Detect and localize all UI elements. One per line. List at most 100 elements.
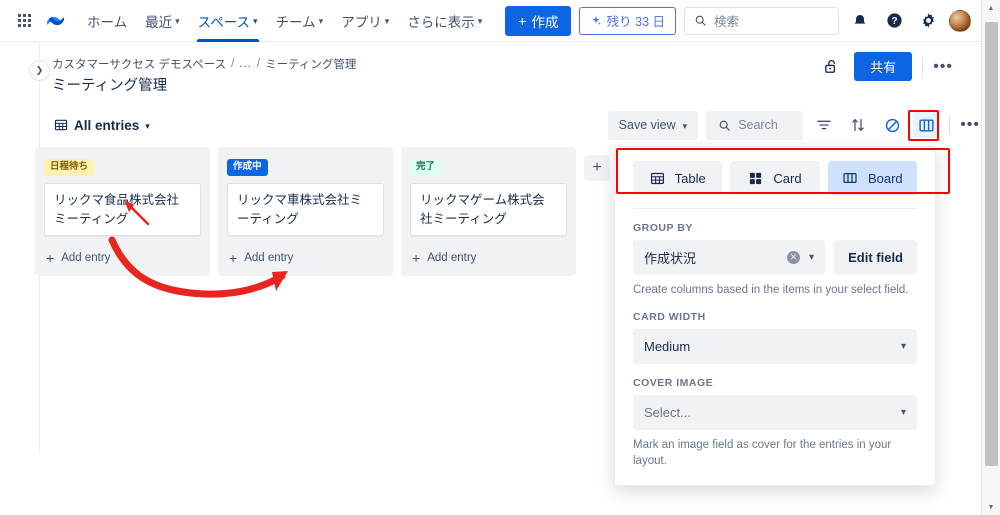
save-view-label: Save view (618, 118, 676, 132)
filter-icon[interactable] (811, 112, 837, 138)
create-button-label: 作成 (531, 14, 559, 30)
board-column-in-progress: 作成中 リックマ車株式会社ミーティング + Add entry (218, 147, 393, 277)
add-entry-label: Add entry (427, 252, 477, 265)
notification-bell-icon[interactable] (847, 8, 873, 34)
database-search-input[interactable]: Search (706, 110, 804, 140)
chevron-down-icon: ▾ (145, 120, 150, 131)
primary-nav-links: ホーム 最近 ▾ スペース ▾ チーム ▾ アプリ ▾ さらに表示 ▾ (78, 6, 491, 42)
board-card[interactable]: リックマゲーム株式会社ミーティング (410, 182, 567, 237)
help-icon[interactable]: ? (881, 8, 907, 34)
plus-icon: + (229, 250, 238, 267)
status-badge: 日程待ち (44, 159, 95, 176)
breadcrumb-space-link[interactable]: カスタマーサクセス デモスペース (52, 56, 226, 72)
clear-icon[interactable]: ✕ (787, 251, 801, 264)
chevron-down-icon: ▾ (682, 120, 688, 131)
chevron-down-icon: ▾ (809, 252, 815, 263)
group-by-select[interactable]: 作成状況 ✕ ▾ (633, 240, 826, 275)
settings-gear-icon[interactable] (915, 8, 941, 34)
vertical-scrollbar[interactable]: ▲ ▼ (981, 0, 1000, 515)
nav-item-label: さらに表示 (407, 14, 475, 30)
chevron-down-icon: ▾ (384, 16, 390, 26)
add-entry-button[interactable]: + Add entry (410, 247, 567, 269)
card-width-select[interactable]: Medium ▾ (633, 329, 917, 365)
chevron-down-icon: ▾ (900, 407, 906, 419)
group-by-value: 作成状況 (644, 251, 697, 266)
board-layout-icon[interactable] (913, 112, 940, 138)
board-card[interactable]: リックマ食品株式会社ミーティング (44, 182, 201, 237)
view-mode-card[interactable]: Card (730, 161, 820, 195)
save-view-button[interactable]: Save view ▾ (607, 110, 699, 140)
group-by-hint: Create columns based in the items in you… (633, 284, 909, 296)
sort-icon[interactable] (845, 112, 871, 138)
status-badge: 完了 (410, 159, 442, 176)
nav-item-label: 最近 (145, 14, 173, 30)
edit-field-button[interactable]: Edit field (834, 240, 917, 275)
eye-off-icon[interactable] (879, 112, 905, 138)
view-mode-label: Card (773, 170, 802, 186)
status-badge: 作成中 (227, 159, 268, 176)
nav-item-recent[interactable]: 最近 ▾ (136, 6, 189, 36)
expand-sidebar-button[interactable]: ❯ (29, 60, 50, 81)
plus-icon: + (46, 250, 55, 267)
nav-item-label: アプリ (341, 14, 382, 30)
scrollbar-thumb[interactable] (985, 22, 998, 466)
unlock-icon[interactable] (818, 54, 844, 80)
page-header-actions: 共有 ••• (818, 52, 953, 81)
view-selector[interactable]: All entries ▾ (48, 114, 156, 137)
view-mode-table[interactable]: Table (633, 161, 723, 195)
scroll-up-arrow-icon[interactable]: ▲ (982, 0, 1000, 16)
trial-days-badge[interactable]: 残り 33 日 (578, 6, 676, 35)
board-layout-settings-panel: Table Card Board GROUP BY 作成状況 ✕ ▾ Edit … (614, 146, 936, 487)
toolbar-more-actions-button[interactable]: ••• (960, 117, 980, 133)
card-grid-icon (750, 172, 762, 184)
create-button[interactable]: + 作成 (505, 5, 572, 36)
share-button[interactable]: 共有 (854, 52, 913, 81)
global-nav-right-group: 残り 33 日 検索 ? (578, 6, 971, 35)
cover-image-hint: Mark an image field as cover for the ent… (633, 439, 892, 468)
panel-divider (633, 208, 917, 209)
cover-image-label: COVER IMAGE (633, 377, 714, 390)
board-card[interactable]: リックマ車株式会社ミーティング (227, 182, 384, 237)
card-width-label: CARD WIDTH (633, 311, 706, 324)
page-header: ❯ カスタマーサクセス デモスペース / ... / ミーティング管理 ミーティ… (0, 42, 981, 453)
database-toolbar: All entries ▾ Save view ▾ Search ••• (48, 110, 980, 140)
cover-image-select[interactable]: Select... ▾ (633, 395, 917, 431)
plus-icon: + (518, 12, 527, 29)
breadcrumb-separator: / (231, 58, 235, 70)
view-selector-label: All entries (74, 117, 140, 133)
view-mode-board[interactable]: Board (827, 161, 917, 195)
global-search-input[interactable]: 検索 (684, 6, 839, 35)
breadcrumb-separator: / (256, 58, 261, 70)
breadcrumb-current-link[interactable]: ミーティング管理 (265, 56, 356, 72)
add-entry-label: Add entry (61, 252, 111, 265)
add-column-button[interactable]: + (584, 155, 610, 181)
app-switcher-icon[interactable] (10, 7, 38, 35)
board-column-done: 完了 リックマゲーム株式会社ミーティング + Add entry (401, 147, 576, 277)
trial-days-label: 残り 33 日 (606, 15, 665, 29)
nav-item-teams[interactable]: チーム ▾ (267, 6, 333, 36)
group-by-row: 作成状況 ✕ ▾ Edit field (633, 240, 917, 275)
view-mode-switcher: Table Card Board (633, 161, 917, 195)
chevron-down-icon: ▾ (253, 16, 258, 26)
kanban-board: 日程待ち リックマ食品株式会社ミーティング + Add entry 作成中 リッ… (35, 147, 610, 277)
group-by-label: GROUP BY (633, 222, 693, 234)
nav-item-spaces[interactable]: スペース ▾ (189, 6, 267, 42)
user-avatar[interactable] (949, 9, 971, 32)
table-icon (650, 172, 664, 184)
database-search-placeholder: Search (738, 118, 778, 132)
nav-item-apps[interactable]: アプリ ▾ (332, 6, 398, 36)
app-window: ホーム 最近 ▾ スペース ▾ チーム ▾ アプリ ▾ さらに表示 ▾ + 作成… (0, 0, 1000, 515)
confluence-logo-icon[interactable] (40, 7, 70, 35)
breadcrumb-ellipsis[interactable]: ... (239, 58, 252, 70)
add-entry-button[interactable]: + Add entry (44, 247, 201, 269)
nav-item-home[interactable]: ホーム (78, 6, 136, 36)
page-more-actions-button[interactable]: ••• (933, 58, 953, 75)
chevron-down-icon: ▾ (900, 341, 906, 353)
nav-item-label: チーム (275, 14, 316, 30)
scroll-down-arrow-icon[interactable]: ▼ (982, 499, 1000, 515)
table-icon (54, 119, 68, 131)
search-icon (719, 120, 730, 131)
toolbar-actions: Save view ▾ Search ••• (607, 110, 980, 140)
nav-item-more[interactable]: さらに表示 ▾ (398, 6, 491, 36)
add-entry-button[interactable]: + Add entry (227, 247, 384, 269)
